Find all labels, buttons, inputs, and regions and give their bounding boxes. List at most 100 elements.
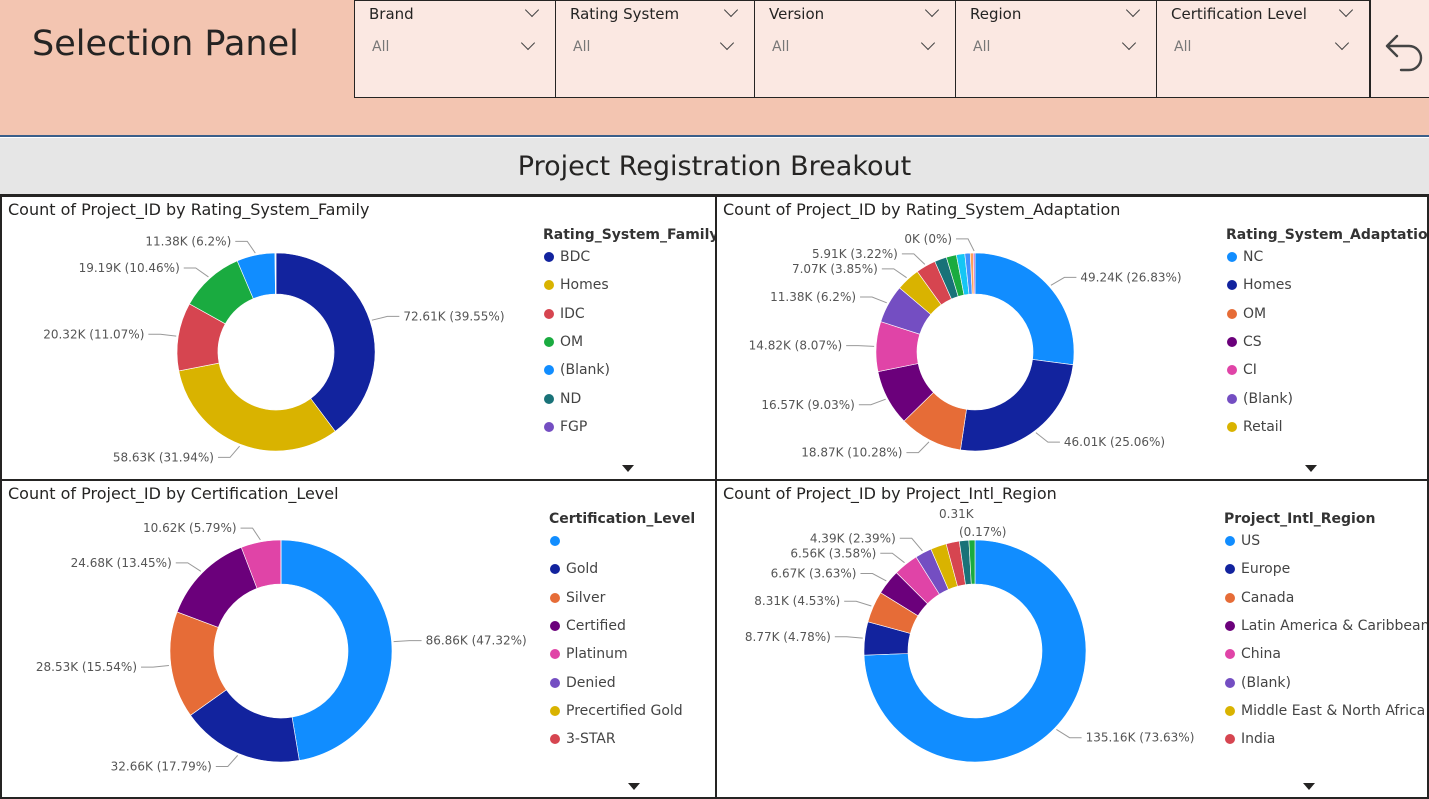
legend-item-3-star[interactable]: 3-STAR (550, 731, 616, 747)
donut-slice-nc[interactable] (974, 252, 1075, 366)
legend-item-nd[interactable]: ND (544, 391, 581, 407)
certification-level-chart[interactable]: Count of Project_ID by Certification_Lev… (0, 479, 717, 799)
legend-item-blank[interactable]: (Blank) (544, 362, 610, 378)
legend-item-retail[interactable]: Retail (1227, 419, 1283, 435)
legend-item-blank[interactable]: (Blank) (1227, 391, 1293, 407)
region-slicer-value[interactable]: All (973, 39, 990, 55)
rating-system-adaptation-chart[interactable]: Count of Project_ID by Rating_System_Ada… (715, 195, 1429, 481)
legend-item-blank[interactable] (550, 533, 566, 549)
project-intl-region-chart[interactable]: Count of Project_ID by Project_Intl_Regi… (715, 479, 1429, 799)
legend-item-canada[interactable]: Canada (1225, 590, 1294, 606)
legend-label: Precertified Gold (566, 702, 683, 719)
rating-system-slicer[interactable]: Rating System All (555, 0, 755, 98)
data-label: 0.31K (939, 507, 975, 521)
selection-panel: Selection Panel Brand All Rating System … (0, 0, 1429, 137)
legend-item-gold[interactable]: Gold (550, 561, 598, 577)
legend-scroll-down-icon[interactable] (628, 783, 640, 790)
legend-dot-icon (1227, 280, 1237, 291)
legend-item-europe[interactable]: Europe (1225, 561, 1290, 577)
chevron-down-icon[interactable] (520, 35, 536, 51)
legend-item-om[interactable]: OM (544, 334, 583, 350)
leader-line (899, 537, 923, 552)
legend-item-om[interactable]: OM (1227, 306, 1266, 322)
selection-panel-title: Selection Panel (32, 24, 299, 64)
legend-item-silver[interactable]: Silver (550, 590, 605, 606)
legend-label: US (1241, 533, 1261, 549)
leader-line (1035, 432, 1060, 443)
certification-level-slicer-value[interactable]: All (1174, 39, 1191, 55)
legend-item-cs[interactable]: CS (1227, 334, 1262, 350)
data-label: 11.38K (6.2%) (145, 234, 231, 248)
data-label: 46.01K (25.06%) (1064, 435, 1165, 449)
legend-item-latin-america-caribbean[interactable]: Latin America & Caribbean (1225, 618, 1427, 634)
donut-slice-homes[interactable] (178, 362, 336, 452)
donut-slice-bdc[interactable] (275, 252, 376, 432)
legend-item-blank[interactable]: (Blank) (1225, 675, 1291, 691)
legend-item-india[interactable]: India (1225, 731, 1275, 747)
chevron-down-icon[interactable] (1125, 2, 1141, 18)
leader-line (215, 755, 239, 767)
legend-item-certified[interactable]: Certified (550, 618, 626, 634)
legend-item-us[interactable]: US (1225, 533, 1260, 549)
legend-label: Gold (566, 561, 599, 578)
donut-slice-blank[interactable] (280, 539, 393, 761)
chevron-down-icon[interactable] (719, 35, 735, 51)
data-label: 72.61K (39.55%) (403, 309, 504, 323)
brand-slicer[interactable]: Brand All (354, 0, 556, 98)
legend-scroll-down-icon[interactable] (1303, 783, 1315, 790)
legend-scroll-down-icon[interactable] (622, 465, 634, 472)
legend-item-homes[interactable]: Homes (544, 277, 609, 293)
leader-line (1050, 276, 1077, 286)
chevron-down-icon[interactable] (524, 2, 540, 18)
legend-dot-icon (1225, 677, 1235, 688)
legend-dot-icon (1227, 365, 1237, 376)
donut-slice-homes[interactable] (960, 359, 1074, 452)
legend-item-bdc[interactable]: BDC (544, 249, 590, 265)
certification-level-slicer[interactable]: Certification Level All (1156, 0, 1370, 98)
leader-line (901, 253, 926, 265)
data-label: 10.62K (5.79%) (143, 521, 237, 535)
legend-item-china[interactable]: China (1225, 646, 1281, 662)
legend-label: India (1241, 731, 1276, 748)
chevron-down-icon[interactable] (723, 2, 739, 18)
chevron-down-icon[interactable] (1334, 35, 1350, 51)
legend-label: CI (1243, 362, 1257, 379)
legend-item-nc[interactable]: NC (1227, 249, 1263, 265)
chevron-down-icon[interactable] (1338, 2, 1354, 18)
legend-dot-icon (1225, 705, 1235, 716)
region-slicer[interactable]: Region All (955, 0, 1157, 98)
version-slicer-value[interactable]: All (772, 39, 789, 55)
chevron-down-icon[interactable] (920, 35, 936, 51)
legend-item-idc[interactable]: IDC (544, 306, 585, 322)
data-label: 58.63K (31.94%) (113, 450, 214, 464)
report-banner: Project Registration Breakout (0, 138, 1429, 196)
legend-item-precertified-gold[interactable]: Precertified Gold (550, 703, 683, 719)
legend-dot-icon (1225, 734, 1235, 745)
legend-dot-icon (1225, 536, 1235, 546)
rating-system-slicer-value[interactable]: All (573, 39, 590, 55)
donut-chart-svg: 72.61K (39.55%) 58.63K (31.94%) 20.32K (11… (43, 234, 504, 464)
chevron-down-icon[interactable] (1121, 35, 1137, 51)
rating-system-family-chart[interactable]: Count of Project_ID by Rating_System_Fam… (0, 195, 717, 481)
brand-slicer-value[interactable]: All (372, 39, 389, 55)
legend-dot-icon (1227, 336, 1237, 347)
chevron-down-icon[interactable] (924, 2, 940, 18)
brand-slicer-label: Brand (369, 5, 414, 23)
data-label: 86.86K (47.32%) (426, 634, 527, 648)
version-slicer[interactable]: Version All (754, 0, 956, 98)
reset-filters-button[interactable] (1370, 0, 1429, 98)
legend-item-denied[interactable]: Denied (550, 675, 616, 691)
legend-scroll-down-icon[interactable] (1305, 465, 1317, 472)
legend-item-middle-east-north-africa[interactable]: Middle East & North Africa (1225, 703, 1425, 719)
legend-dot-icon (1225, 620, 1235, 631)
legend-item-ci[interactable]: CI (1227, 362, 1257, 378)
donut-slice-certified[interactable] (176, 546, 258, 628)
legend-item-platinum[interactable]: Platinum (550, 646, 628, 662)
legend-item-fgp[interactable]: FGP (544, 419, 587, 435)
legend-label: NC (1243, 249, 1264, 265)
leader-line (881, 268, 907, 279)
rating-system-slicer-label: Rating System (570, 5, 680, 23)
banner-title: Project Registration Breakout (517, 151, 912, 182)
undo-arrow-icon[interactable] (1371, 0, 1429, 98)
legend-item-homes[interactable]: Homes (1227, 277, 1292, 293)
